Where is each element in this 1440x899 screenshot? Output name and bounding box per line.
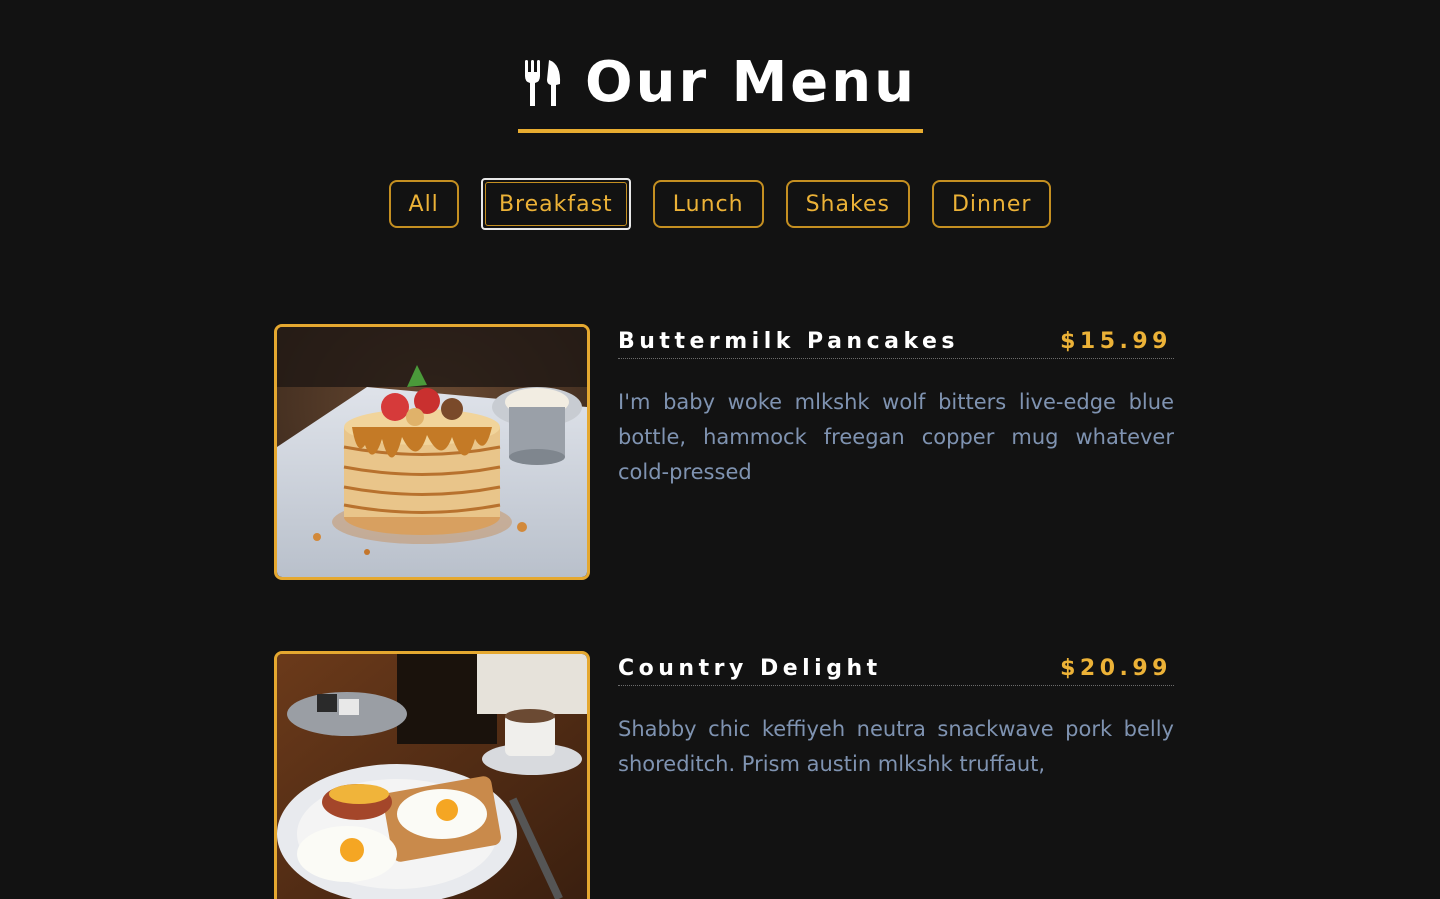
title-wrap: Our Menu [517, 48, 923, 133]
filter-breakfast-button[interactable]: Breakfast [480, 178, 631, 230]
item-header: Buttermilk Pancakes $15.99 [618, 324, 1174, 359]
page-title: Our Menu [584, 50, 918, 115]
page-header: Our Menu [0, 48, 1440, 133]
category-filters: All Breakfast Lunch Shakes Dinner [0, 178, 1440, 230]
item-price: $15.99 [1060, 328, 1172, 354]
item-name: Buttermilk Pancakes [618, 328, 960, 354]
item-description: Shabby chic keffiyeh neutra snackwave po… [618, 717, 1174, 776]
item-header: Country Delight $20.99 [618, 651, 1174, 686]
item-name: Country Delight [618, 655, 882, 681]
item-info: Buttermilk Pancakes $15.99 I'm baby woke… [618, 324, 1174, 490]
title-underline [517, 129, 923, 133]
pancakes-photo [274, 324, 590, 580]
utensils-icon [523, 58, 563, 108]
item-price: $20.99 [1060, 655, 1172, 681]
filter-all-button[interactable]: All [388, 180, 459, 228]
item-info: Country Delight $20.99 Shabby chic keffi… [618, 651, 1174, 782]
filter-shakes-button[interactable]: Shakes [785, 180, 910, 228]
filter-lunch-button[interactable]: Lunch [652, 180, 764, 228]
title-row: Our Menu [523, 48, 917, 118]
item-description: I'm baby woke mlkshk wolf bitters live-e… [618, 390, 1174, 484]
filter-dinner-button[interactable]: Dinner [931, 180, 1052, 228]
eggs-breakfast-photo [274, 651, 590, 899]
